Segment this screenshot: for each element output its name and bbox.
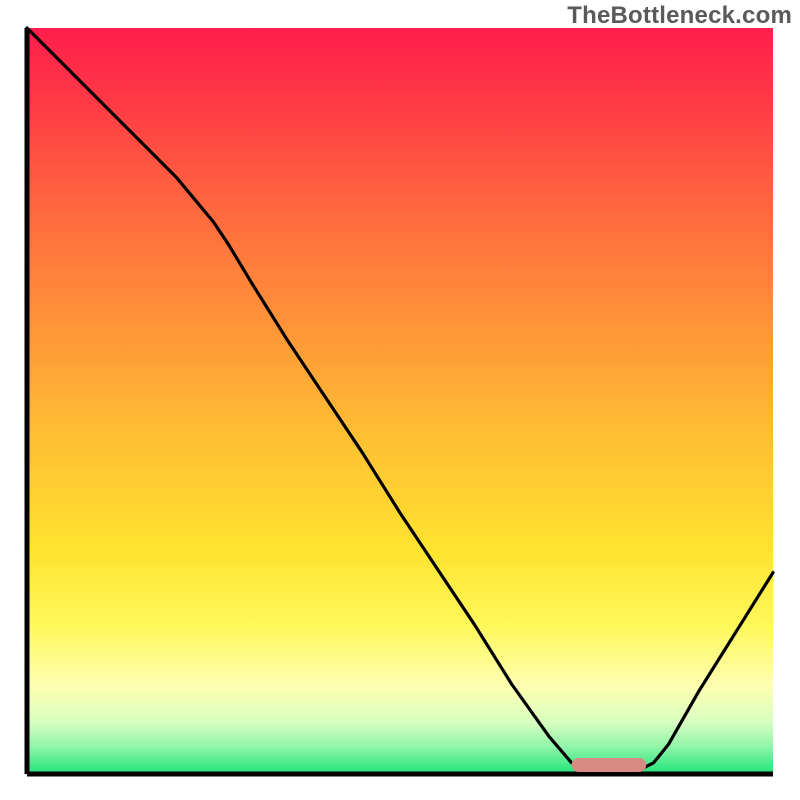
watermark-text: TheBottleneck.com xyxy=(567,2,792,30)
chart-container: TheBottleneck.com xyxy=(0,0,800,800)
optimal-zone-marker xyxy=(572,758,647,772)
bottleneck-chart xyxy=(0,0,800,800)
